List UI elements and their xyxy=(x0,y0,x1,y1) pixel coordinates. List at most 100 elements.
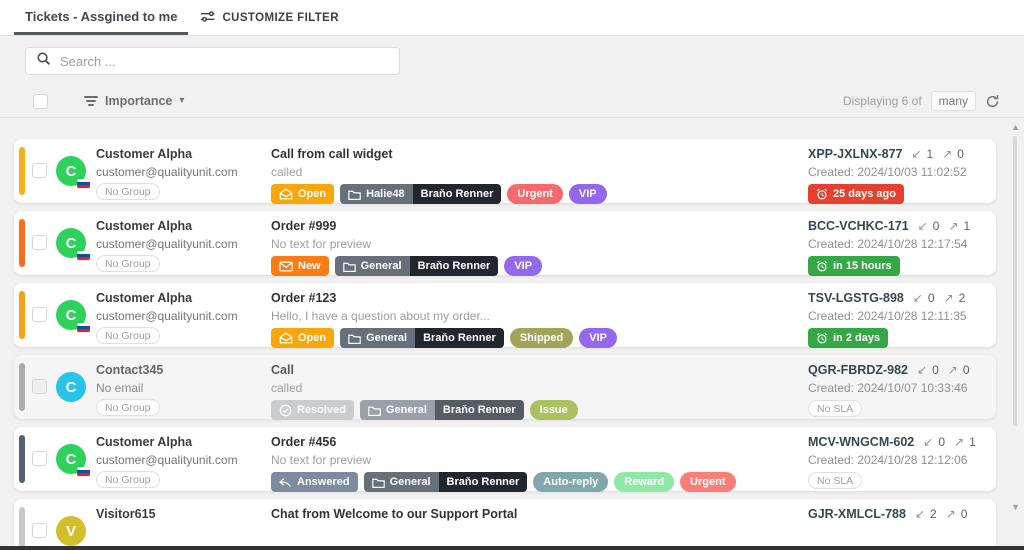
scrollbar-thumb[interactable] xyxy=(1013,136,1017,426)
created-timestamp: Created: 2024/10/03 11:02:52 xyxy=(808,163,967,181)
customer-name: Customer Alpha xyxy=(96,289,238,307)
outgoing-arrow-icon: ↗ xyxy=(942,145,952,163)
group-chip: No Group xyxy=(96,399,160,416)
ticket-checkbox[interactable] xyxy=(32,307,47,322)
customer-name: Customer Alpha xyxy=(96,217,238,235)
department-agent-badge: General Braňo Renner xyxy=(340,328,504,348)
avatar: C xyxy=(56,372,86,402)
status-badge: Answered xyxy=(271,472,358,492)
incoming-arrow-icon: ↙ xyxy=(918,217,928,235)
list-toolbar: Importance ▾ Displaying 6 of many xyxy=(0,85,1024,118)
tune-icon xyxy=(200,10,215,26)
status-badge: Resolved xyxy=(271,400,354,420)
ticket-row[interactable]: C Contact345 No email No Group Call call… xyxy=(14,355,996,419)
ticket-checkbox[interactable] xyxy=(32,523,47,538)
ticket-code: XPP-JXLNX-877 xyxy=(808,145,902,163)
no-sla-chip: No SLA xyxy=(808,472,862,489)
incoming-arrow-icon: ↙ xyxy=(913,289,923,307)
ticket-code: GJR-XMLCL-788 xyxy=(808,505,906,523)
ticket-row[interactable]: C Customer Alpha customer@qualityunit.co… xyxy=(14,427,996,491)
agent-label: Braňo Renner xyxy=(435,400,524,420)
slovakia-flag-icon xyxy=(77,467,90,476)
customer-name: Customer Alpha xyxy=(96,145,238,163)
created-timestamp: Created: 2024/10/28 12:11:35 xyxy=(808,307,967,325)
ticket-row[interactable]: C Customer Alpha customer@qualityunit.co… xyxy=(14,139,996,203)
alarm-clock-icon xyxy=(816,260,828,272)
avatar: C xyxy=(56,300,86,330)
folder-icon xyxy=(372,477,385,488)
envelope-open-icon xyxy=(279,188,293,200)
incoming-count: 1 xyxy=(927,145,934,163)
outgoing-count: 0 xyxy=(963,361,970,379)
priority-bar xyxy=(19,147,25,195)
status-badge: Open xyxy=(271,328,334,348)
tag-pill: VIP xyxy=(579,328,617,348)
customize-filter-label: CUSTOMIZE FILTER xyxy=(222,12,339,24)
ticket-code: BCC-VCHKC-171 xyxy=(808,217,909,235)
incoming-arrow-icon: ↙ xyxy=(917,361,927,379)
outgoing-arrow-icon: ↗ xyxy=(954,433,964,451)
refresh-button[interactable] xyxy=(985,94,1000,109)
slovakia-flag-icon xyxy=(77,179,90,188)
sort-by-importance[interactable]: Importance ▾ xyxy=(84,94,184,108)
sort-label: Importance xyxy=(105,94,172,108)
displaying-count-chip[interactable]: many xyxy=(931,91,976,111)
ticket-checkbox[interactable] xyxy=(32,163,47,178)
sla-badge: 25 days ago xyxy=(808,184,904,204)
search-box xyxy=(25,47,400,75)
outgoing-count: 1 xyxy=(964,217,971,235)
incoming-arrow-icon: ↙ xyxy=(915,505,925,523)
ticket-preview: No text for preview xyxy=(271,451,736,469)
customer-email: customer@qualityunit.com xyxy=(96,307,238,325)
check-circle-icon xyxy=(279,404,292,417)
customer-email: customer@qualityunit.com xyxy=(96,451,238,469)
agent-label: Braňo Renner xyxy=(413,184,502,204)
tab-tickets-assigned[interactable]: Tickets - Assgined to me xyxy=(14,0,188,35)
ticket-checkbox[interactable] xyxy=(32,451,47,466)
incoming-arrow-icon: ↙ xyxy=(923,433,933,451)
select-all-checkbox[interactable] xyxy=(33,94,48,109)
priority-bar xyxy=(19,219,25,267)
tag-pill: VIP xyxy=(569,184,607,204)
ticket-subject: Chat from Welcome to our Support Portal xyxy=(271,505,517,523)
ticket-row[interactable]: C Customer Alpha customer@qualityunit.co… xyxy=(14,211,996,275)
avatar: C xyxy=(56,228,86,258)
department-agent-badge: General Braňo Renner xyxy=(364,472,528,492)
displaying-text: Displaying 6 of xyxy=(843,94,922,108)
incoming-count: 0 xyxy=(933,217,940,235)
customer-email: customer@qualityunit.com xyxy=(96,163,238,181)
customize-filter-button[interactable]: CUSTOMIZE FILTER xyxy=(200,0,339,35)
scrollbar-up-arrow[interactable]: ▲ xyxy=(1011,122,1020,132)
ticket-preview: No text for preview xyxy=(271,235,542,253)
tag-pill: VIP xyxy=(504,256,542,276)
status-badge: New xyxy=(271,256,329,276)
incoming-count: 2 xyxy=(930,505,937,523)
created-timestamp: Created: 2024/10/28 12:17:54 xyxy=(808,235,970,253)
customer-email: customer@qualityunit.com xyxy=(96,235,238,253)
avatar: C xyxy=(56,156,86,186)
envelope-icon xyxy=(279,261,293,272)
search-input[interactable] xyxy=(60,54,389,69)
tag-pill: Issue xyxy=(530,400,578,420)
agent-label: Braňo Renner xyxy=(415,328,504,348)
priority-bar xyxy=(19,363,25,411)
department-agent-badge: General Braňo Renner xyxy=(335,256,499,276)
ticket-checkbox[interactable] xyxy=(32,235,47,250)
scrollbar-down-arrow[interactable]: ▼ xyxy=(1011,502,1020,512)
ticket-preview: called xyxy=(271,379,578,397)
ticket-row[interactable]: V Visitor615 Chat from Welcome to our Su… xyxy=(14,499,996,550)
group-chip: No Group xyxy=(96,327,160,344)
priority-bar xyxy=(19,507,25,550)
ticket-subject: Order #456 xyxy=(271,433,736,451)
ticket-row[interactable]: C Customer Alpha customer@qualityunit.co… xyxy=(14,283,996,347)
tag-pill: Reward xyxy=(614,472,674,492)
ticket-checkbox[interactable] xyxy=(32,379,47,394)
department-label: General xyxy=(386,404,427,416)
department-label: General xyxy=(366,332,407,344)
group-chip: No Group xyxy=(96,255,160,272)
incoming-count: 0 xyxy=(932,361,939,379)
ticket-preview: Hello, I have a question about my order.… xyxy=(271,307,617,325)
ticket-subject: Call from call widget xyxy=(271,145,607,163)
slovakia-flag-icon xyxy=(77,323,90,332)
department-label: General xyxy=(361,260,402,272)
